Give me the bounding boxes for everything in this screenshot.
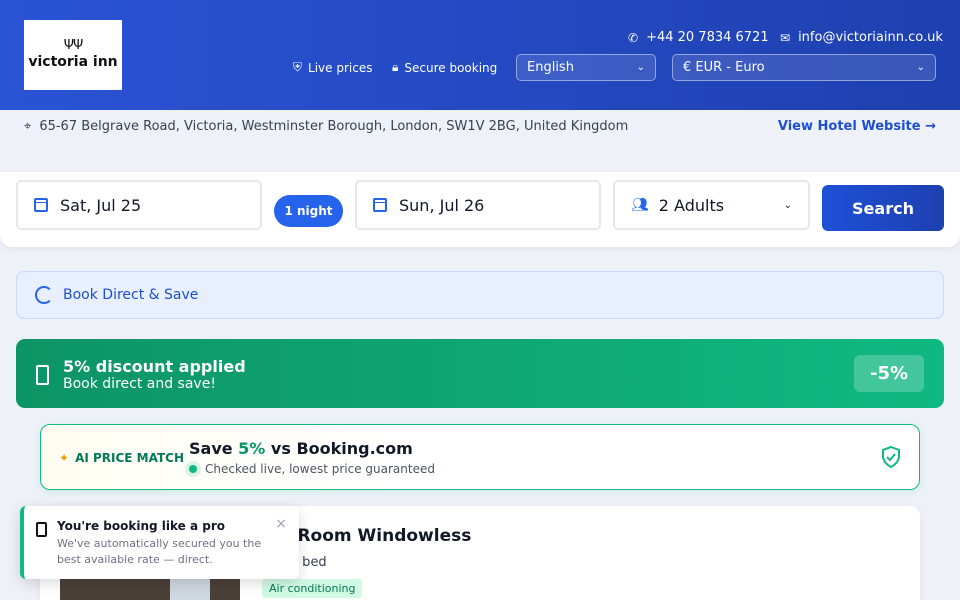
ai-price-match-card: ✦ AI PRICE MATCH Save 5% vs Booking.com … xyxy=(40,424,920,490)
nights-badge: 1 night xyxy=(274,195,343,227)
currency-value: € EUR - Euro xyxy=(683,60,765,75)
guests-select[interactable]: 👥︎ 2 Adults ⌄ xyxy=(613,180,810,230)
hotel-logo[interactable]: ΨΨ victoria inn xyxy=(24,20,122,90)
phone-icon: ✆ xyxy=(628,30,639,45)
live-prices-badge: ⛨ Live prices xyxy=(293,60,372,75)
address-bar: ⌖ 65-67 Belgrave Road, Victoria, Westmin… xyxy=(0,110,960,172)
secure-booking-label: Secure booking xyxy=(404,60,498,75)
phone-number: +44 20 7834 6721 xyxy=(646,30,769,45)
phone-device-icon xyxy=(36,522,47,537)
discount-subtitle: Book direct and save! xyxy=(63,376,216,392)
shield-check-icon: ⛨ xyxy=(293,60,303,74)
toast-title: You're booking like a pro xyxy=(57,519,225,533)
booking-toast: You're booking like a pro We've automati… xyxy=(20,506,299,579)
language-value: English xyxy=(527,60,574,75)
site-header: ΨΨ victoria inn ✆ +44 20 7834 6721 ✉ inf… xyxy=(0,0,960,110)
search-panel: Sat, Jul 25 1 night Sun, Jul 26 👥︎ 2 Adu… xyxy=(0,172,960,247)
sparkle-icon: ✦ xyxy=(59,451,70,465)
toast-body: We've automatically secured you the best… xyxy=(57,537,262,566)
ai-match-subtitle: Checked live, lowest price guaranteed xyxy=(189,462,435,476)
chevron-down-icon: ⌄ xyxy=(916,62,925,73)
secure-booking-badge: 🔒︎ Secure booking xyxy=(392,60,497,75)
calendar-icon xyxy=(34,198,48,212)
currency-select[interactable]: € EUR - Euro ⌄ xyxy=(672,54,936,81)
chevron-down-icon: ⌄ xyxy=(636,62,645,73)
ai-match-title: Save 5% vs Booking.com xyxy=(189,439,413,458)
shield-check-icon xyxy=(882,446,900,468)
live-prices-label: Live prices xyxy=(308,60,373,75)
checkin-date-field[interactable]: Sat, Jul 25 xyxy=(16,180,262,230)
book-direct-label: Book Direct & Save xyxy=(63,287,199,303)
email-address: info@victoriainn.co.uk xyxy=(798,30,943,45)
address-text: 65-67 Belgrave Road, Victoria, Westminst… xyxy=(39,119,629,134)
email-contact[interactable]: ✉ info@victoriainn.co.uk xyxy=(780,30,943,45)
view-hotel-website-link[interactable]: View Hotel Website → xyxy=(778,119,936,134)
lock-icon: 🔒︎ xyxy=(392,60,399,74)
ai-subtitle-text: Checked live, lowest price guaranteed xyxy=(205,462,435,476)
close-icon[interactable]: × xyxy=(275,516,287,532)
location-pin-icon: ⌖ xyxy=(24,119,32,134)
calendar-icon xyxy=(373,198,387,212)
language-select[interactable]: English ⌄ xyxy=(516,54,656,81)
checkout-date-value: Sun, Jul 26 xyxy=(399,195,485,215)
phone-device-icon xyxy=(36,365,49,385)
logo-text: victoria inn xyxy=(28,54,118,70)
users-icon: 👥︎ xyxy=(631,197,649,213)
ai-title-prefix: Save xyxy=(189,439,239,458)
amenity-tag: Air conditioning xyxy=(262,579,363,598)
guests-group: 👥︎ 2 Adults xyxy=(631,196,724,215)
ai-price-match-label: ✦ AI PRICE MATCH xyxy=(59,451,184,465)
checkin-date-value: Sat, Jul 25 xyxy=(60,195,142,215)
guests-value: 2 Adults xyxy=(658,195,725,215)
mail-icon: ✉ xyxy=(780,30,791,45)
hotel-address: ⌖ 65-67 Belgrave Road, Victoria, Westmin… xyxy=(24,119,628,134)
search-button[interactable]: Search xyxy=(822,185,944,231)
crown-icon: ΨΨ xyxy=(63,38,83,53)
ai-title-suffix: vs Booking.com xyxy=(265,439,413,458)
book-direct-banner: Book Direct & Save xyxy=(16,271,944,319)
room-photo[interactable] xyxy=(60,578,240,600)
checkout-date-field[interactable]: Sun, Jul 26 xyxy=(355,180,601,230)
ai-label-text: AI PRICE MATCH xyxy=(75,451,185,465)
discount-title: 5% discount applied xyxy=(63,357,246,376)
chevron-down-icon: ⌄ xyxy=(783,199,792,211)
live-status-dot xyxy=(189,465,197,473)
discount-badge: -5% xyxy=(854,355,924,392)
ai-title-percent: 5% xyxy=(238,439,266,458)
loading-spinner-icon xyxy=(35,286,53,304)
phone-contact[interactable]: ✆ +44 20 7834 6721 xyxy=(628,30,769,45)
discount-banner: 5% discount applied Book direct and save… xyxy=(16,339,944,408)
